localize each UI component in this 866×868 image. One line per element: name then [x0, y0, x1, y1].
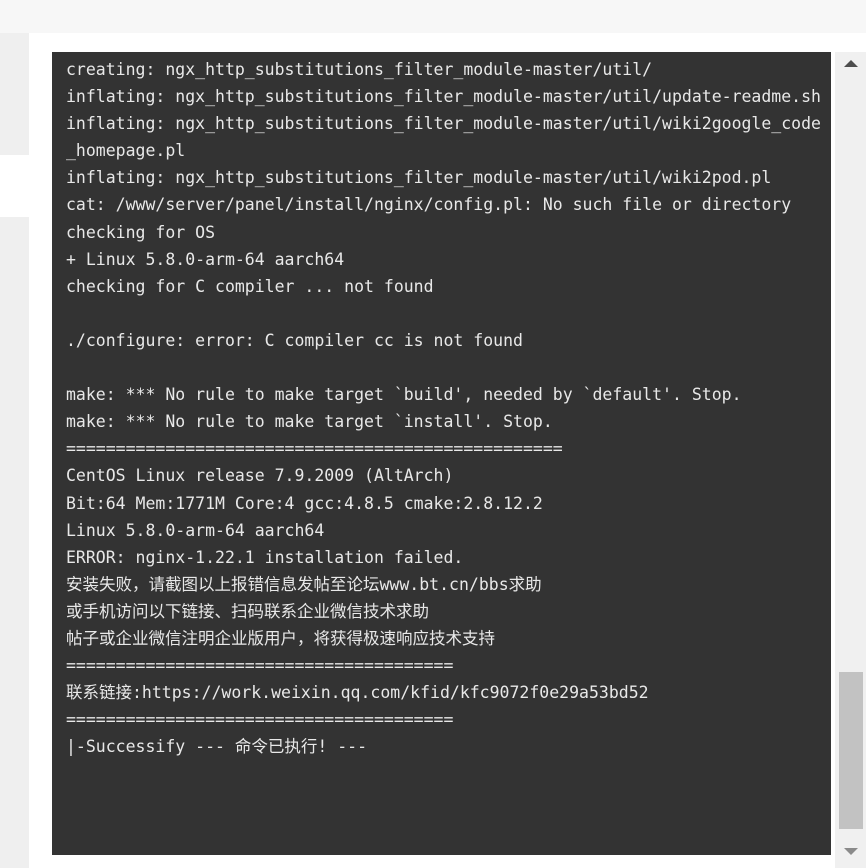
scrollbar-up-button[interactable] — [835, 52, 866, 74]
console-log-line: checking for OS — [66, 222, 216, 242]
console-log-line: 联系链接:https://work.weixin.qq.com/kfid/kfc… — [66, 683, 649, 703]
console-log-line: 或手机访问以下链接、扫码联系企业微信技术求助 — [66, 601, 429, 621]
console-log-line: CentOS Linux release 7.9.2009 (AltArch) — [66, 466, 454, 486]
console-log-line: Linux 5.8.0-arm-64 aarch64 — [66, 520, 325, 540]
console-scrollbar[interactable] — [835, 52, 866, 868]
left-rail-lower — [0, 217, 29, 868]
console-log-line — [66, 300, 821, 327]
console-log-line: make: *** No rule to make target `instal… — [66, 412, 553, 432]
scrollbar-thumb[interactable] — [839, 672, 863, 829]
console-log-line: creating: ngx_http_substitutions_filter_… — [66, 60, 653, 79]
console-log-line: |-Successify --- 命令已执行! --- — [66, 737, 368, 757]
console-log-line: ./configure: error: C compiler cc is not… — [66, 330, 523, 350]
triangle-down-icon — [843, 847, 858, 855]
console-log-line: 帖子或企业微信注明企业版用户，将获得极速响应技术支持 — [66, 628, 495, 648]
console-log-line: Bit:64 Mem:1771M Core:4 gcc:4.8.5 cmake:… — [66, 493, 543, 513]
app-window: creating: ngx_http_substitutions_filter_… — [0, 0, 866, 868]
console-log-line — [66, 354, 821, 381]
console-log-line: inflating: ngx_http_substitutions_filter… — [66, 168, 772, 188]
console-log-line: cat: /www/server/panel/install/nginx/con… — [66, 195, 792, 215]
triangle-up-icon — [843, 59, 858, 67]
console-log-line: ERROR: nginx-1.22.1 installation failed. — [66, 547, 464, 567]
console-log-line: checking for C compiler ... not found — [66, 276, 434, 296]
console-log-line: inflating: ngx_http_substitutions_filter… — [66, 87, 821, 107]
install-log-console[interactable]: creating: ngx_http_substitutions_filter_… — [52, 52, 831, 855]
console-log-line: 安装失败，请截图以上报错信息发帖至论坛www.bt.cn/bbs求助 — [66, 574, 542, 594]
left-rail-upper — [0, 33, 29, 155]
console-log-line: inflating: ngx_http_substitutions_filter… — [66, 114, 821, 161]
console-log-line: ======================================= — [66, 710, 454, 730]
scrollbar-down-button[interactable] — [835, 840, 866, 862]
console-log-line: ========================================… — [66, 439, 563, 459]
top-header-band — [0, 0, 866, 33]
console-log-line: make: *** No rule to make target `build'… — [66, 385, 742, 405]
console-log-line: + Linux 5.8.0-arm-64 aarch64 — [66, 249, 345, 269]
console-log-line: ======================================= — [66, 656, 454, 676]
console-log-output: creating: ngx_http_substitutions_filter_… — [52, 56, 831, 760]
